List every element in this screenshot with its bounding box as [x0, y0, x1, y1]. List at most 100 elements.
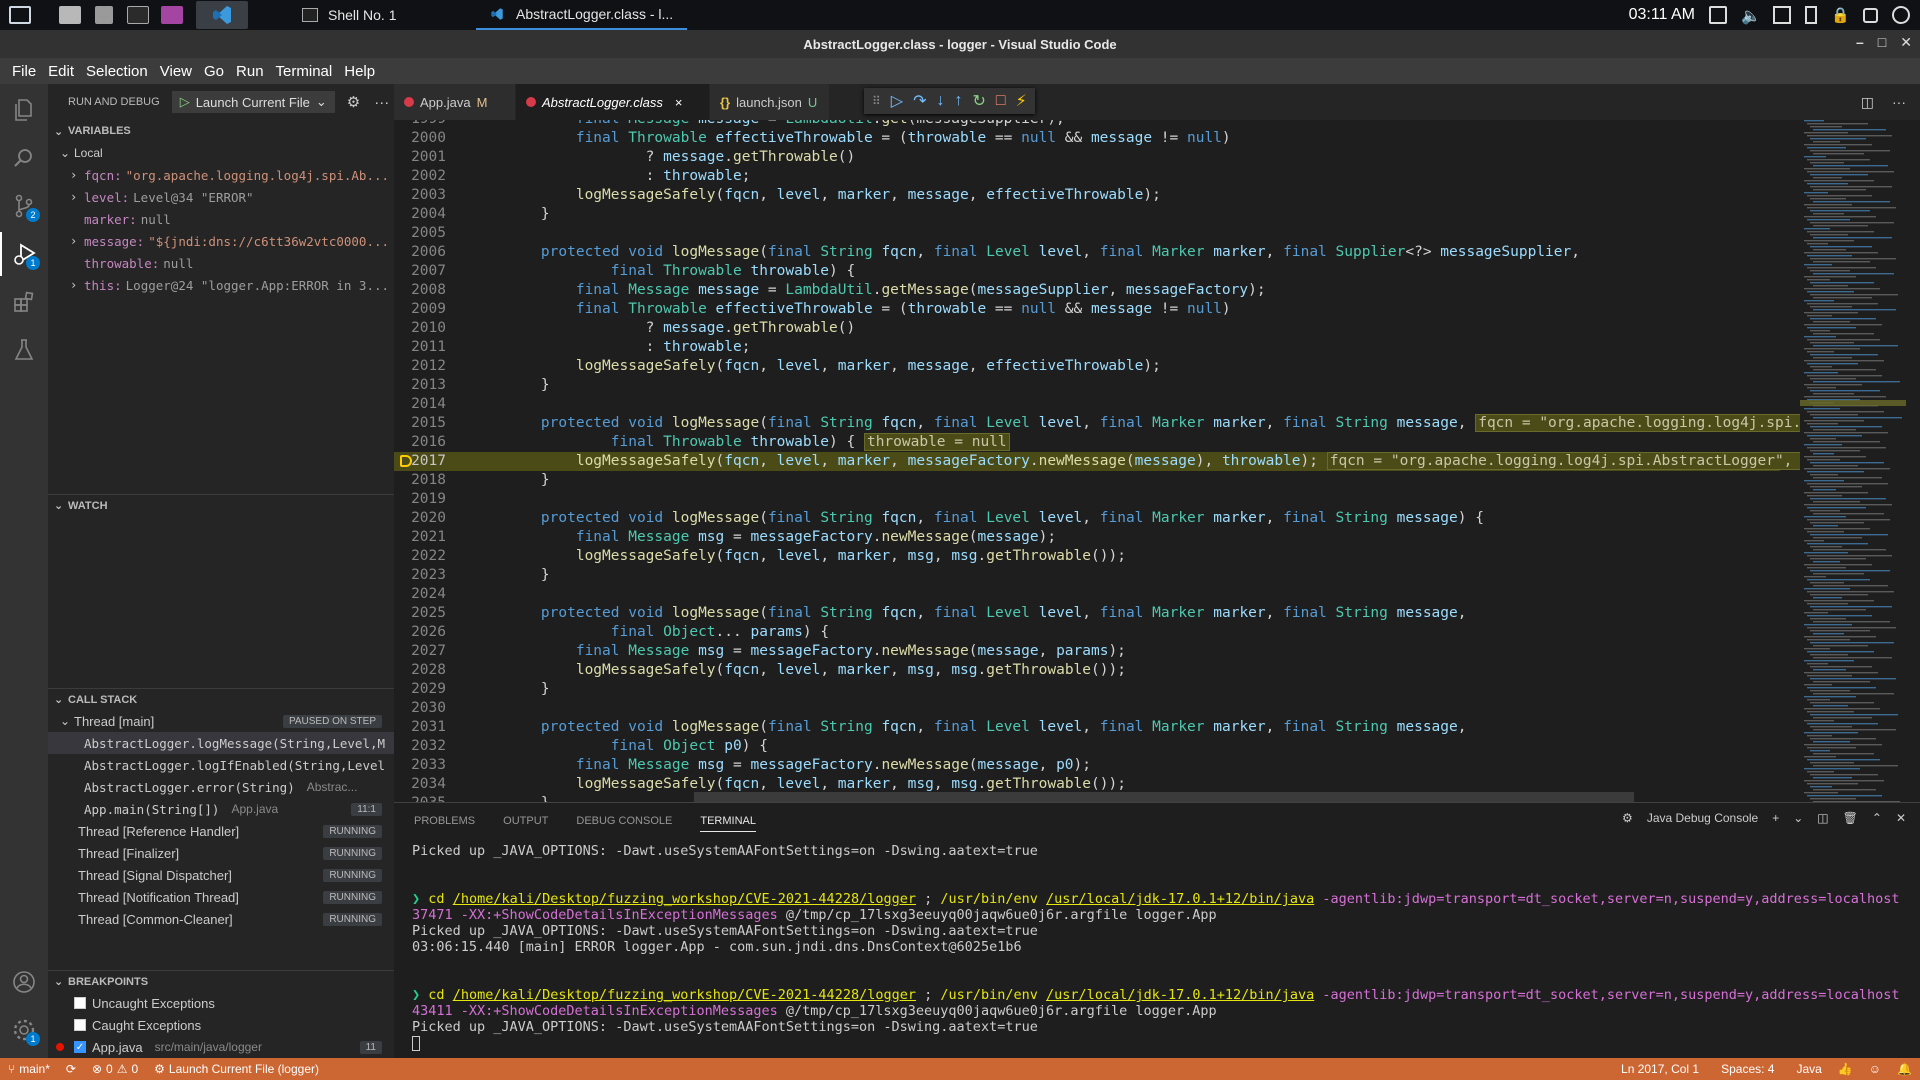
code-line[interactable]: 2031 protected void logMessage(final Str…: [394, 718, 1794, 737]
thread-main[interactable]: ⌄ Thread [main] PAUSED ON STEP: [48, 710, 394, 732]
battery-icon[interactable]: [1805, 6, 1817, 24]
tab-output[interactable]: OUTPUT: [503, 815, 548, 827]
code-line[interactable]: 2026 final Object... params) {: [394, 623, 1794, 642]
checkbox-checked[interactable]: ✓: [74, 1041, 86, 1053]
stack-frame[interactable]: AbstractLogger.logIfEnabled(String,Level: [48, 754, 394, 776]
code-line[interactable]: 2004 }: [394, 205, 1794, 224]
menu-file[interactable]: File: [6, 63, 42, 80]
continue-icon[interactable]: ▷: [891, 91, 903, 111]
close-tab-icon[interactable]: ×: [675, 95, 683, 110]
tab-app-java[interactable]: App.java M: [394, 84, 516, 120]
breakpoint-app-java[interactable]: ✓ App.java src/main/java/logger 11: [48, 1036, 394, 1058]
code-line[interactable]: 2014: [394, 395, 1794, 414]
search-icon[interactable]: [0, 136, 48, 180]
code-line[interactable]: 2011 : throwable;: [394, 338, 1794, 357]
thread-item[interactable]: Thread [Signal Dispatcher] RUNNING: [48, 864, 394, 886]
trash-icon[interactable]: 🗑: [1843, 811, 1858, 825]
tab-abstractlogger-class[interactable]: AbstractLogger.class ×: [516, 84, 710, 120]
code-line[interactable]: 2021 final Message msg = messageFactory.…: [394, 528, 1794, 547]
lock-icon[interactable]: 🔒: [1831, 6, 1850, 24]
code-line[interactable]: 2005: [394, 224, 1794, 243]
code-line[interactable]: 2019: [394, 490, 1794, 509]
current-execution-line[interactable]: 2017 logMessageSafely(fqcn, level, marke…: [394, 452, 1920, 471]
java-status-icon[interactable]: 👍: [1830, 1062, 1861, 1076]
breakpoints-section-header[interactable]: ⌄ BREAKPOINTS: [48, 970, 394, 992]
code-line[interactable]: 2027 final Message msg = messageFactory.…: [394, 642, 1794, 661]
code-line[interactable]: 2001 ? message.getThrowable(): [394, 148, 1794, 167]
code-line[interactable]: 2033 final Message msg = messageFactory.…: [394, 756, 1794, 775]
variable-row[interactable]: › level: Level@34 "ERROR": [48, 186, 394, 208]
menu-run[interactable]: Run: [230, 63, 270, 80]
watch-section-header[interactable]: ⌄ WATCH: [48, 494, 394, 516]
terminal-prompt[interactable]: [412, 1035, 1902, 1051]
language-mode[interactable]: Java: [1782, 1062, 1829, 1076]
volume-icon[interactable]: 🔈: [1741, 6, 1761, 25]
menu-help[interactable]: Help: [338, 63, 381, 80]
menu-selection[interactable]: Selection: [80, 63, 154, 80]
code-line[interactable]: 2008 final Message message = LambdaUtil.…: [394, 281, 1794, 300]
variables-section-header[interactable]: ⌄ VARIABLES: [48, 120, 394, 142]
close-panel-icon[interactable]: ✕: [1896, 811, 1906, 825]
code-line[interactable]: 2030: [394, 699, 1794, 718]
thread-item[interactable]: Thread [Finalizer] RUNNING: [48, 842, 394, 864]
code-line[interactable]: 2002 : throwable;: [394, 167, 1794, 186]
tab-debug-console[interactable]: DEBUG CONSOLE: [576, 815, 672, 827]
code-line[interactable]: 2029 }: [394, 680, 1794, 699]
variable-row[interactable]: › this: Logger@24 "logger.App:ERROR in 3..…: [48, 274, 394, 296]
chevron-down-icon[interactable]: ⌄: [1793, 811, 1803, 825]
extensions-icon[interactable]: [0, 280, 48, 324]
thread-item[interactable]: Thread [Common-Cleaner] RUNNING: [48, 908, 394, 930]
thread-item[interactable]: Thread [Notification Thread] RUNNING: [48, 886, 394, 908]
code-line[interactable]: 2025 protected void logMessage(final Str…: [394, 604, 1794, 623]
manage-gear-icon[interactable]: 1: [0, 1008, 48, 1052]
network-icon[interactable]: [1709, 6, 1727, 24]
code-line[interactable]: 2012 logMessageSafely(fqcn, level, marke…: [394, 357, 1794, 376]
code-line[interactable]: 2006 protected void logMessage(final Str…: [394, 243, 1794, 262]
vscode-launcher-icon[interactable]: [196, 1, 248, 29]
more-actions-icon[interactable]: ···: [374, 94, 389, 111]
file-manager-icon[interactable]: [56, 3, 84, 27]
indentation[interactable]: Spaces: 4: [1707, 1062, 1782, 1076]
stop-icon[interactable]: □: [996, 92, 1006, 110]
hot-code-replace-icon[interactable]: ⚡: [1016, 91, 1027, 111]
code-line[interactable]: 2028 logMessageSafely(fqcn, level, marke…: [394, 661, 1794, 680]
split-editor-icon[interactable]: ◫: [1861, 94, 1874, 111]
maximize-icon[interactable]: □: [1878, 34, 1886, 51]
breakpoint-caught[interactable]: Caught Exceptions: [48, 1014, 394, 1036]
split-terminal-icon[interactable]: ◫: [1817, 811, 1828, 825]
variable-row[interactable]: marker: null: [48, 208, 394, 230]
checkbox[interactable]: [74, 997, 86, 1009]
code-editor[interactable]: 1999 final Message message = LambdaUtil.…: [394, 120, 1920, 802]
code-line[interactable]: 2010 ? message.getThrowable(): [394, 319, 1794, 338]
branch-indicator[interactable]: ⑂ main*: [0, 1062, 58, 1076]
maximize-panel-icon[interactable]: ⌃: [1872, 811, 1882, 825]
feedback-icon[interactable]: ☺: [1861, 1062, 1889, 1076]
logout-icon[interactable]: [1863, 7, 1878, 23]
account-icon[interactable]: [0, 960, 48, 1004]
horizontal-scrollbar[interactable]: [694, 792, 1634, 802]
code-line[interactable]: 2013 }: [394, 376, 1794, 395]
code-line[interactable]: 2007 final Throwable throwable) {: [394, 262, 1794, 281]
notifications-icon[interactable]: 🔔: [1889, 1062, 1920, 1076]
testing-icon[interactable]: [0, 328, 48, 372]
text-editor-icon[interactable]: [90, 3, 118, 27]
code-line[interactable]: 2000 final Throwable effectiveThrowable …: [394, 129, 1794, 148]
minimize-icon[interactable]: –: [1856, 34, 1864, 51]
tab-problems[interactable]: PROBLEMS: [414, 815, 475, 827]
code-line[interactable]: 2020 protected void logMessage(final Str…: [394, 509, 1794, 528]
checkbox[interactable]: [74, 1019, 86, 1031]
variable-row[interactable]: throwable: null: [48, 252, 394, 274]
terminal-output[interactable]: Picked up _JAVA_OPTIONS: -Dawt.useSystem…: [412, 843, 1902, 1051]
stack-frame[interactable]: AbstractLogger.logMessage(String,Level,M: [48, 732, 394, 754]
run-debug-icon[interactable]: 1: [0, 232, 48, 276]
code-line[interactable]: 1999 final Message message = LambdaUtil.…: [394, 120, 1794, 129]
variable-row[interactable]: › fqcn: "org.apache.logging.log4j.spi.Ab..…: [48, 164, 394, 186]
code-line[interactable]: 2015 protected void logMessage(final Str…: [394, 414, 1920, 433]
code-line[interactable]: 2024: [394, 585, 1794, 604]
menu-go[interactable]: Go: [198, 63, 230, 80]
menu-view[interactable]: View: [154, 63, 198, 80]
code-line[interactable]: 2022 logMessageSafely(fqcn, level, marke…: [394, 547, 1794, 566]
step-over-icon[interactable]: ↷: [913, 91, 926, 111]
stack-frame[interactable]: App.main(String[]) App.java 11:1: [48, 798, 394, 820]
breakpoint-uncaught[interactable]: Uncaught Exceptions: [48, 992, 394, 1014]
